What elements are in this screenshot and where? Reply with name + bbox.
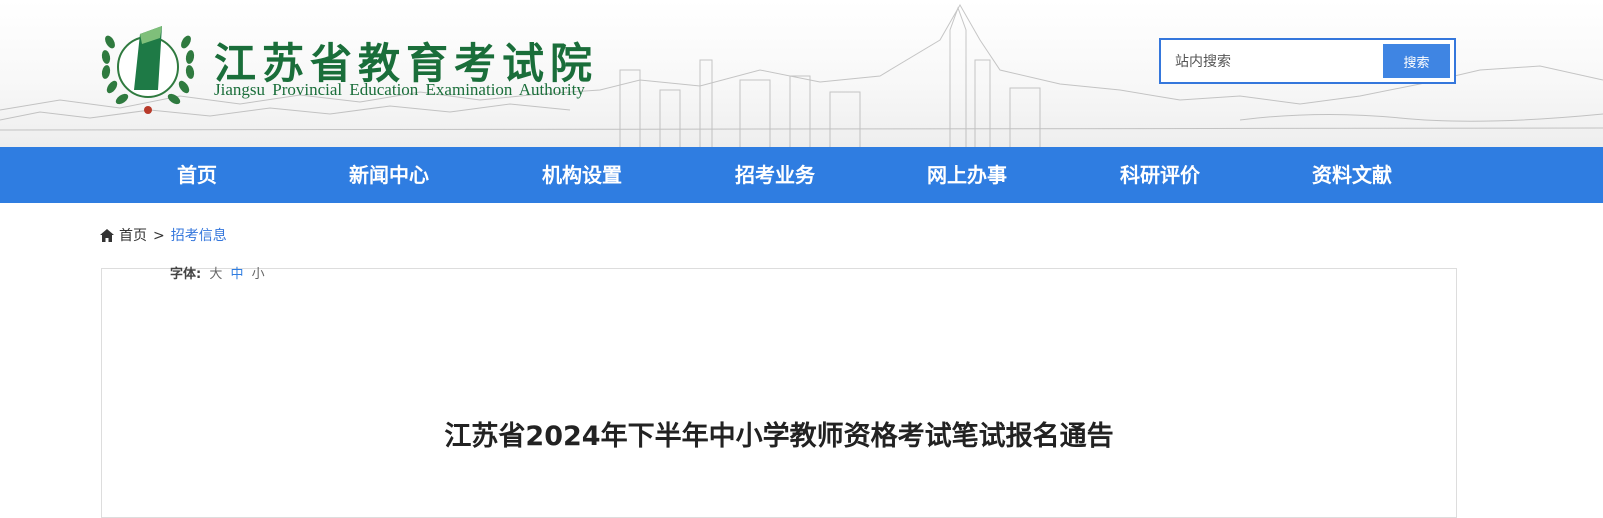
font-size-selector: 字体: 大 中 小 — [170, 263, 265, 282]
breadcrumb-current-link[interactable]: 招考信息 — [171, 228, 227, 244]
search-box: 搜索 — [1159, 38, 1456, 84]
font-size-small[interactable]: 小 — [252, 267, 265, 282]
nav-item-exam-business[interactable]: 招考业务 — [695, 147, 855, 203]
nav-item-news-center[interactable]: 新闻中心 — [309, 147, 469, 203]
site-header: 江苏省教育考试院 Jiangsu Provincial Education Ex… — [0, 0, 1603, 147]
font-size-large[interactable]: 大 — [209, 267, 222, 282]
breadcrumb: 首页 > 招考信息 — [100, 225, 227, 245]
home-icon — [100, 229, 114, 242]
article-title: 江苏省2024年下半年中小学教师资格考试笔试报名通告 — [444, 421, 1114, 452]
nav-item-home[interactable]: 首页 — [117, 147, 277, 203]
search-input[interactable] — [1161, 40, 1397, 84]
search-button[interactable]: 搜索 — [1383, 44, 1450, 78]
font-size-label: 字体: — [170, 267, 202, 282]
main-navigation: 首页 新闻中心 机构设置 招考业务 网上办事 科研评价 资料文献 — [0, 147, 1603, 203]
site-title-english: Jiangsu Provincial Education Examination… — [214, 80, 585, 99]
article-container: 字体: 大 中 小 江苏省2024年下半年中小学教师资格考试笔试报名通告 — [101, 267, 1457, 518]
breadcrumb-separator: > — [153, 228, 165, 244]
authority-logo — [101, 26, 195, 114]
nav-item-online-services[interactable]: 网上办事 — [887, 147, 1047, 203]
breadcrumb-home-link[interactable]: 首页 — [119, 228, 147, 244]
font-size-medium[interactable]: 中 — [231, 267, 244, 282]
nav-item-documents[interactable]: 资料文献 — [1272, 147, 1432, 203]
nav-item-organization[interactable]: 机构设置 — [502, 147, 662, 203]
nav-item-research-evaluation[interactable]: 科研评价 — [1080, 147, 1240, 203]
